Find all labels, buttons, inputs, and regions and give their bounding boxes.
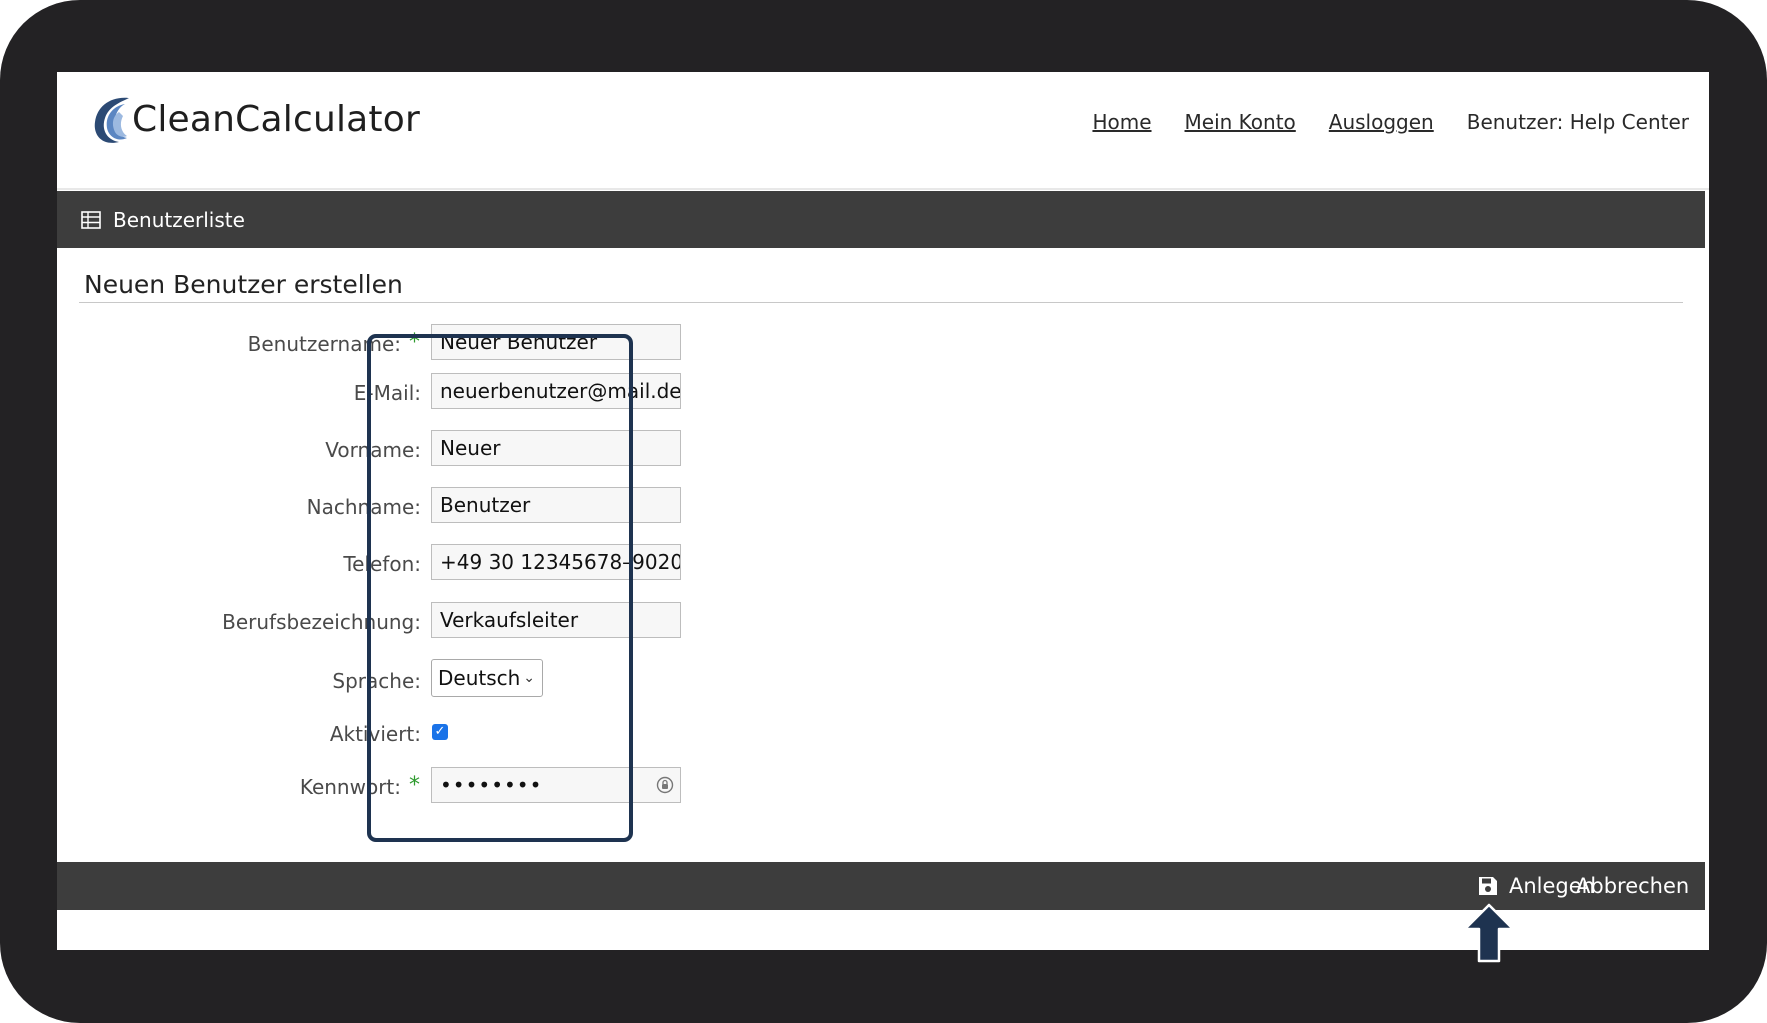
cancel-button-label: Abbrechen: [1576, 874, 1690, 898]
logo-icon: [94, 97, 129, 143]
form-fields-highlight: [367, 334, 633, 842]
top-nav: Home Mein Konto Ausloggen Benutzer: Help…: [1092, 110, 1689, 134]
app-logo-text: CleanCalculator: [132, 99, 420, 140]
arrow-up-icon: [1463, 903, 1515, 963]
header: CleanCalculator Home Mein Konto Auslogge…: [57, 72, 1709, 190]
page-title: Neuen Benutzer erstellen: [84, 270, 403, 299]
floppy-disk-icon: [1479, 877, 1497, 895]
nav-home-link[interactable]: Home: [1092, 110, 1151, 134]
nav-account-link[interactable]: Mein Konto: [1185, 110, 1296, 134]
app-window: CleanCalculator Home Mein Konto Auslogge…: [57, 72, 1709, 950]
toolbar: Benutzerliste: [57, 191, 1705, 248]
table-icon: [81, 210, 101, 229]
password-manager-icon[interactable]: [656, 776, 674, 794]
user-list-link[interactable]: Benutzerliste: [113, 208, 245, 232]
header-divider: [57, 188, 1709, 190]
action-bar: Anlegen Abbrechen: [57, 862, 1705, 910]
cancel-button[interactable]: Abbrechen: [1576, 862, 1689, 910]
device-bezel: CleanCalculator Home Mein Konto Auslogge…: [0, 0, 1767, 1023]
title-divider: [79, 302, 1683, 303]
nav-logout-link[interactable]: Ausloggen: [1329, 110, 1434, 134]
current-user-label: Benutzer: Help Center: [1466, 110, 1689, 134]
